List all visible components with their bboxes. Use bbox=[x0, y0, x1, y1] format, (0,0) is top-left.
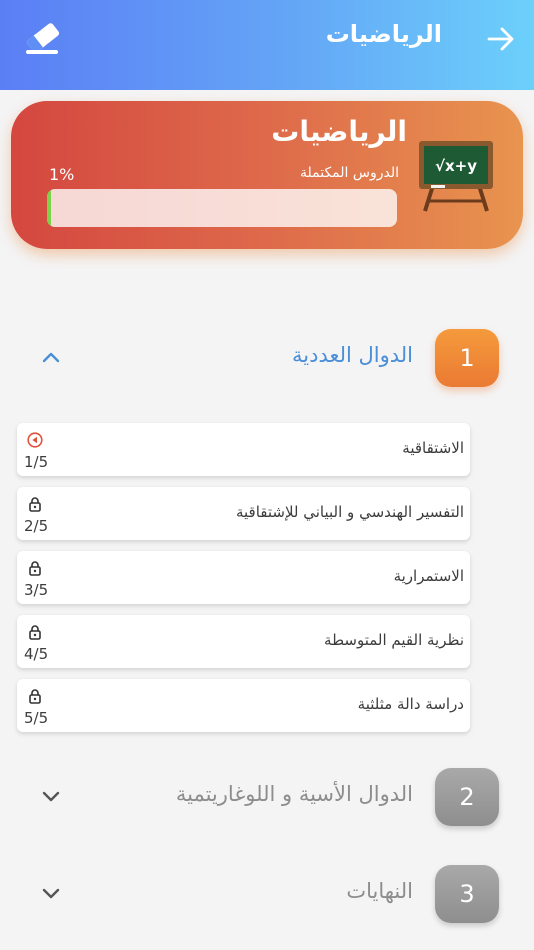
progress-bar bbox=[47, 189, 397, 227]
section-title: الدوال الأسية و اللوغاريتمية bbox=[175, 782, 413, 806]
section-1-header[interactable]: 1 الدوال العددية bbox=[0, 329, 534, 389]
lock-icon bbox=[29, 689, 41, 704]
subject-title: الرياضيات bbox=[271, 115, 407, 148]
lesson-title: التفسير الهندسي و البياني للإشتقاقية bbox=[235, 503, 464, 521]
section-2-header[interactable]: 2 الدوال الأسية و اللوغاريتمية bbox=[0, 768, 534, 828]
arrow-right-icon[interactable] bbox=[484, 22, 518, 56]
section-number-badge: 1 bbox=[435, 329, 499, 387]
section-title: الدوال العددية bbox=[291, 343, 413, 367]
section-number-badge: 3 bbox=[435, 865, 499, 923]
progress-percent: 1% bbox=[49, 165, 75, 184]
board-formula: √x+y bbox=[435, 157, 477, 175]
lesson-title: الاستمرارية bbox=[393, 567, 464, 585]
chevron-up-icon[interactable] bbox=[40, 349, 62, 365]
completed-lessons-label: الدروس المكتملة bbox=[299, 165, 399, 181]
lock-icon bbox=[29, 561, 41, 576]
lesson-count: 1/5 bbox=[24, 453, 49, 471]
eraser-icon[interactable] bbox=[22, 22, 62, 56]
lesson-count: 2/5 bbox=[24, 517, 49, 535]
lesson-item[interactable]: دراسة دالة مثلثية 5/5 bbox=[17, 679, 470, 732]
chalkboard-icon: √x+y bbox=[419, 141, 493, 212]
lock-icon bbox=[29, 625, 41, 640]
section-number-badge: 2 bbox=[435, 768, 499, 826]
lesson-item[interactable]: الاشتقاقية 1/5 bbox=[17, 423, 470, 476]
lesson-title: دراسة دالة مثلثية bbox=[357, 695, 464, 713]
chevron-down-icon[interactable] bbox=[40, 885, 62, 901]
lesson-title: نظرية القيم المتوسطة bbox=[324, 631, 464, 649]
lesson-item[interactable]: الاستمرارية 3/5 bbox=[17, 551, 470, 604]
top-bar: الرياضيات bbox=[0, 0, 534, 90]
lesson-item[interactable]: نظرية القيم المتوسطة 4/5 bbox=[17, 615, 470, 668]
play-icon bbox=[27, 432, 43, 448]
progress-bar-fill bbox=[47, 189, 51, 227]
lock-icon bbox=[29, 497, 41, 512]
lesson-count: 4/5 bbox=[24, 645, 49, 663]
lesson-title: الاشتقاقية bbox=[402, 439, 464, 457]
lesson-count: 5/5 bbox=[24, 709, 49, 727]
section-title: النهايات bbox=[346, 879, 413, 903]
section-3-header[interactable]: 3 النهايات bbox=[0, 865, 534, 925]
header-title: الرياضيات bbox=[325, 20, 442, 48]
lesson-count: 3/5 bbox=[24, 581, 49, 599]
lesson-item[interactable]: التفسير الهندسي و البياني للإشتقاقية 2/5 bbox=[17, 487, 470, 540]
subject-progress-card: √x+y الرياضيات الدروس المكتملة 1% bbox=[11, 101, 523, 249]
chevron-down-icon[interactable] bbox=[40, 788, 62, 804]
